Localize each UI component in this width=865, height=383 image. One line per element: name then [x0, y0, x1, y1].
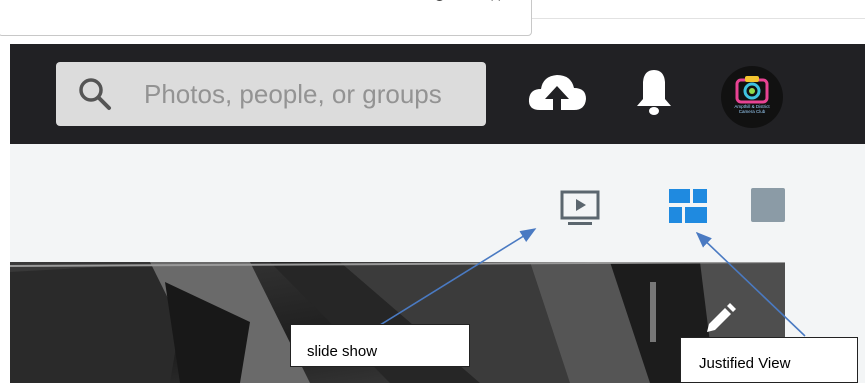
- search-input[interactable]: [142, 77, 476, 111]
- slideshow-button[interactable]: [560, 190, 600, 233]
- justified-callout: Justified View: [680, 337, 858, 383]
- cloud-upload-icon: [528, 75, 586, 110]
- slideshow-callout-label: slide show: [307, 343, 378, 360]
- avatar-text: Ampthill & District Camera Club: [734, 104, 770, 114]
- upload-button[interactable]: [526, 70, 588, 121]
- slideshow-icon: [560, 190, 600, 225]
- view-toolbar: [10, 144, 865, 262]
- browser-divider: [532, 18, 865, 19]
- bell-icon: [637, 70, 671, 115]
- app-header: Ampthill & District Camera Club: [10, 44, 865, 144]
- notifications-button[interactable]: [634, 66, 674, 123]
- search-icon: [79, 78, 111, 110]
- pencil-icon: [707, 303, 736, 332]
- search-box[interactable]: [56, 62, 486, 126]
- close-icon[interactable]: ✕: [489, 0, 502, 7]
- slideshow-callout: slide show: [290, 324, 470, 367]
- justified-callout-label: Justified View: [699, 355, 791, 372]
- edit-button[interactable]: [703, 302, 737, 341]
- justified-view-icon: [669, 189, 707, 223]
- single-view-button[interactable]: [751, 188, 785, 222]
- browser-address-bar[interactable]: ↺ ✕: [0, 0, 532, 36]
- justified-view-button[interactable]: [669, 189, 707, 230]
- browser-strip: ↺ ✕: [0, 0, 865, 44]
- avatar[interactable]: Ampthill & District Camera Club: [721, 66, 783, 128]
- refresh-icon[interactable]: ↺: [433, 0, 446, 7]
